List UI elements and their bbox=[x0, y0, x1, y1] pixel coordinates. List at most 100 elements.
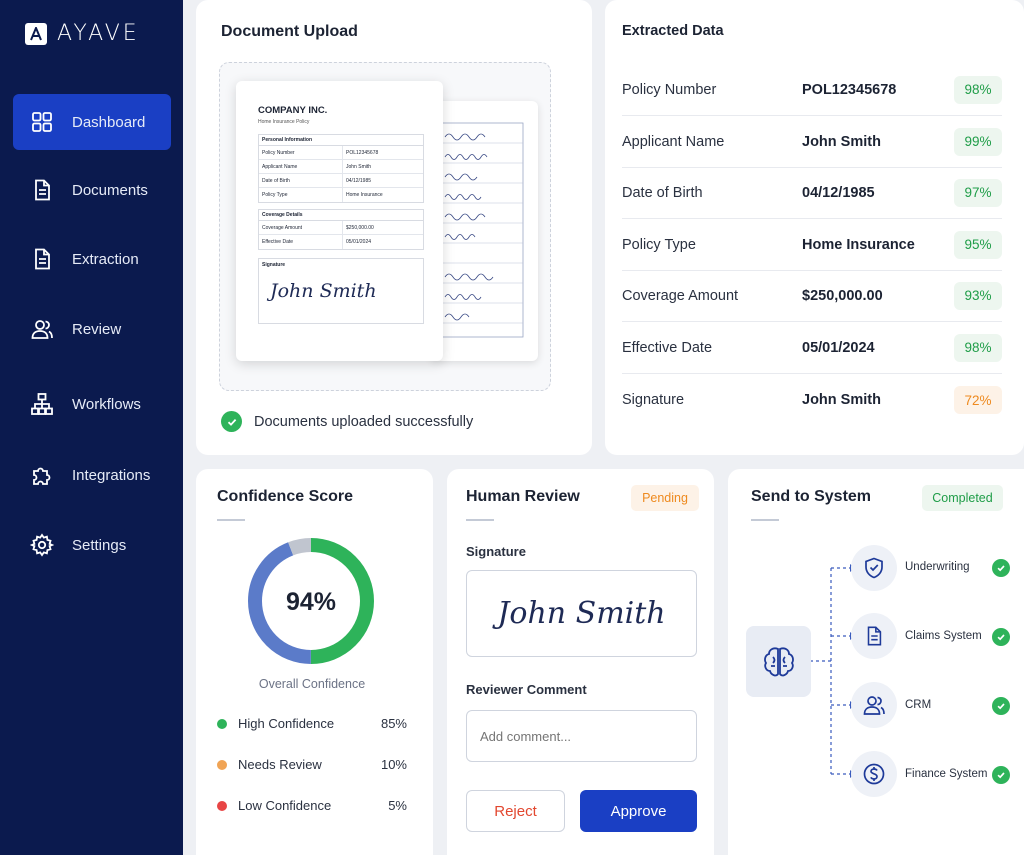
extracted-row[interactable]: Effective Date 05/01/2024 98% bbox=[622, 322, 1002, 374]
ai-engine bbox=[746, 626, 811, 697]
dashboard-icon bbox=[32, 112, 52, 132]
document-section-heading: Personal Information bbox=[259, 135, 423, 146]
shield-check-icon bbox=[865, 557, 883, 579]
document-icon bbox=[35, 179, 50, 201]
workflow-icon bbox=[31, 393, 53, 415]
confidence-badge: 72% bbox=[954, 386, 1002, 414]
confidence-badge: 99% bbox=[954, 127, 1002, 156]
pending-badge: Pending bbox=[631, 485, 699, 511]
title-underline bbox=[217, 519, 245, 521]
system-node-claims[interactable] bbox=[851, 613, 897, 659]
system-node-crm[interactable] bbox=[851, 682, 897, 728]
confidence-subtitle: Overall Confidence bbox=[258, 677, 366, 691]
sidebar-item-workflows[interactable]: Workflows bbox=[13, 376, 171, 432]
users-icon bbox=[31, 320, 53, 339]
logo-mark-icon bbox=[25, 22, 47, 45]
sidebar-item-label: Review bbox=[72, 320, 122, 338]
sidebar-item-label: Integrations bbox=[72, 466, 151, 484]
legend-dot bbox=[217, 759, 227, 770]
sidebar-item-documents[interactable]: Documents bbox=[13, 162, 171, 218]
sidebar-item-label: Dashboard bbox=[72, 113, 146, 131]
sidebar-item-integrations[interactable]: Integrations bbox=[13, 447, 171, 503]
confidence-badge: 93% bbox=[954, 281, 1002, 310]
system-label: Claims System bbox=[905, 630, 982, 642]
confidence-score-value: 94% bbox=[285, 588, 337, 616]
document-coverage-table: Coverage Details Coverage Amount $250,000… bbox=[258, 209, 424, 250]
check-circle-icon bbox=[992, 628, 1010, 646]
document-row: Policy Type Home Insurance bbox=[259, 188, 423, 202]
extracted-row[interactable]: Date of Birth 04/12/1985 97% bbox=[622, 167, 1002, 219]
document-row: Applicant Name John Smith bbox=[259, 160, 423, 174]
review-signature: John Smith bbox=[497, 596, 666, 631]
document-company: COMPANY INC. bbox=[258, 105, 328, 116]
document-row: Policy Number POL12345678 bbox=[259, 146, 423, 160]
sidebar-item-review[interactable]: Review bbox=[13, 301, 171, 357]
confidence-badge: 98% bbox=[954, 75, 1002, 104]
title-underline bbox=[466, 519, 494, 521]
review-signature-box: John Smith bbox=[466, 570, 697, 657]
extracted-row[interactable]: Applicant Name John Smith 99% bbox=[622, 116, 1002, 168]
document-personal-table: Personal Information Policy Number POL123… bbox=[258, 134, 424, 203]
title-underline bbox=[751, 519, 779, 521]
document-signature-box: Signature John Smith bbox=[258, 258, 424, 324]
sidebar-item-label: Extraction bbox=[72, 250, 139, 268]
legend-high: High Confidence 85% bbox=[217, 716, 407, 731]
sidebar-item-label: Settings bbox=[72, 536, 127, 554]
sidebar: AYAVE Dashboard Documents Extraction Rev… bbox=[0, 0, 183, 855]
document-row: Effective Date 05/01/2024 bbox=[259, 235, 423, 249]
system-label: CRM bbox=[905, 699, 932, 711]
document-row: Coverage Amount $250,000.00 bbox=[259, 221, 423, 235]
users-icon bbox=[863, 696, 885, 715]
reviewer-comment-label: Reviewer Comment bbox=[466, 682, 587, 697]
check-circle-icon bbox=[992, 766, 1010, 784]
upload-title: Document Upload bbox=[221, 23, 358, 40]
legend-review: Needs Review 10% bbox=[217, 757, 407, 772]
extraction-icon bbox=[35, 248, 50, 270]
approve-button[interactable]: Approve bbox=[580, 790, 697, 832]
document-subtitle: Home Insurance Policy bbox=[258, 119, 310, 125]
check-circle-icon bbox=[992, 697, 1010, 715]
brain-icon bbox=[763, 646, 794, 676]
extracted-row[interactable]: Signature John Smith 72% bbox=[622, 374, 1002, 426]
system-label: Finance System bbox=[905, 768, 988, 780]
confidence-badge: 97% bbox=[954, 178, 1002, 207]
gear-icon bbox=[30, 533, 54, 557]
upload-status-text: Documents uploaded successfully bbox=[254, 413, 474, 430]
system-label: Underwriting bbox=[905, 561, 970, 573]
upload-status: Documents uploaded successfully bbox=[221, 411, 473, 432]
reject-button[interactable]: Reject bbox=[466, 790, 565, 832]
brand-logo[interactable]: AYAVE bbox=[25, 21, 140, 46]
document-signature: John Smith bbox=[270, 280, 377, 302]
legend-dot bbox=[217, 718, 227, 729]
document-row: Date of Birth 04/12/1985 bbox=[259, 174, 423, 188]
system-node-finance[interactable] bbox=[851, 751, 897, 797]
extracted-row[interactable]: Policy Type Home Insurance 95% bbox=[622, 219, 1002, 271]
completed-badge: Completed bbox=[922, 485, 1003, 511]
puzzle-icon bbox=[33, 467, 51, 485]
sidebar-item-label: Documents bbox=[72, 181, 148, 199]
document-signature-label: Signature bbox=[262, 262, 286, 268]
dollar-icon bbox=[863, 763, 885, 785]
brand-name: AYAVE bbox=[57, 21, 140, 46]
document-preview: COMPANY INC. Home Insurance Policy Perso… bbox=[236, 81, 443, 361]
sidebar-item-settings[interactable]: Settings bbox=[13, 517, 171, 573]
sidebar-item-dashboard[interactable]: Dashboard bbox=[13, 94, 171, 150]
document-section-heading: Coverage Details bbox=[259, 210, 423, 221]
legend-low: Low Confidence 5% bbox=[217, 798, 407, 813]
check-circle-icon bbox=[221, 411, 242, 432]
system-title: Send to System bbox=[751, 488, 872, 505]
extracted-title: Extracted Data bbox=[622, 23, 724, 39]
sidebar-item-extraction[interactable]: Extraction bbox=[13, 231, 171, 287]
legend-dot bbox=[217, 800, 227, 811]
document-preview-back bbox=[431, 101, 538, 361]
reviewer-comment-input[interactable] bbox=[466, 710, 697, 762]
confidence-badge: 98% bbox=[954, 333, 1002, 362]
review-title: Human Review bbox=[466, 488, 580, 505]
extracted-row[interactable]: Policy Number POL12345678 98% bbox=[622, 64, 1002, 116]
document-icon bbox=[867, 626, 882, 646]
extracted-row[interactable]: Coverage Amount $250,000.00 93% bbox=[622, 270, 1002, 322]
sidebar-item-label: Workflows bbox=[72, 395, 141, 413]
system-node-underwriting[interactable] bbox=[851, 545, 897, 591]
handwritten-form-lines bbox=[440, 122, 524, 338]
confidence-title: Confidence Score bbox=[217, 488, 354, 505]
